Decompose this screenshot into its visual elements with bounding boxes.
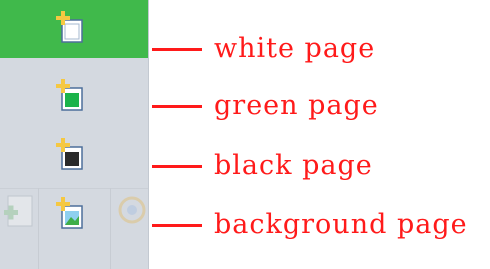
new-background-page-icon [56,197,83,229]
white-page-label: white page [214,33,376,64]
green-page-label: green page [214,90,379,121]
callout-line [152,105,202,108]
annotated-screenshot: white page green page black page backgro… [0,0,490,269]
new-green-page-button[interactable] [0,68,148,126]
new-black-page-button[interactable] [0,127,148,185]
new-white-page-button[interactable] [0,0,148,58]
background-page-label: background page [214,209,468,240]
new-black-page-icon [56,138,83,170]
callout-line [152,165,202,168]
page-toolbar [0,0,149,269]
new-white-page-icon [56,11,83,43]
new-green-page-icon [56,79,83,111]
new-background-page-button[interactable] [0,186,148,244]
callout-line [152,48,202,51]
black-page-label: black page [214,150,373,181]
callout-line [152,224,202,227]
